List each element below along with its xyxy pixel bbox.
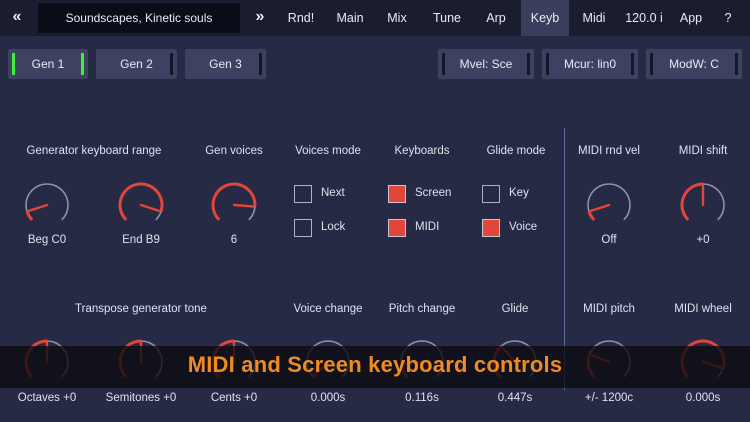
knob-track: [587, 183, 631, 221]
knob-pointer: [139, 203, 161, 213]
gen-1-label: Gen 1: [31, 57, 65, 71]
top-toolbar: « Soundscapes, Kinetic souls » Rnd! Main…: [0, 0, 750, 36]
tab-tune[interactable]: Tune: [421, 0, 473, 36]
mvel-bar-right: [527, 53, 530, 75]
modw-label: ModW: C: [669, 57, 719, 71]
tab-main[interactable]: Main: [327, 0, 373, 36]
midi-wheel-heading: MIDI wheel: [674, 303, 732, 315]
tab-rnd[interactable]: Rnd!: [275, 0, 327, 36]
keyboard-screen-label: Screen: [415, 187, 452, 199]
previous-preset-button[interactable]: «: [4, 0, 30, 36]
transpose-generator-tone-heading: Transpose generator tone: [75, 303, 207, 315]
knob-track: [25, 183, 69, 221]
midi-pitch-value: +/- 1200c: [584, 392, 634, 404]
voices-mode-lock-label: Lock: [321, 221, 346, 233]
glide-mode-key-checkbox[interactable]: [482, 185, 500, 203]
cents-value: Cents +0: [210, 392, 258, 404]
midi-rnd-vel-value: Off: [601, 234, 617, 246]
voice-change-value: 0.000s: [310, 392, 346, 404]
mcur-label: Mcur: lin0: [563, 57, 616, 71]
tab-keyb[interactable]: Keyb: [521, 0, 569, 36]
voices-mode-heading: Voices mode: [295, 145, 361, 157]
range-begin-value: Beg C0: [27, 234, 67, 246]
gen-2-button[interactable]: Gen 2: [96, 49, 177, 79]
tab-midi[interactable]: Midi: [571, 0, 617, 36]
voices-mode-next-checkbox[interactable]: [294, 185, 312, 203]
gen-voices-value: 6: [230, 234, 238, 246]
keyboard-midi-checkbox[interactable]: [388, 219, 406, 237]
knob-value-arc: [587, 210, 596, 221]
gen-3-bar: [259, 53, 262, 75]
tempo-display[interactable]: 120.0 i: [617, 0, 671, 36]
glide-mode-key-label: Key: [509, 187, 529, 199]
glide-mode-voice-checkbox[interactable]: [482, 219, 500, 237]
midi-wheel-value: 0.000s: [685, 392, 721, 404]
range-end-knob[interactable]: [117, 181, 165, 229]
knob-value-arc: [118, 182, 164, 221]
mvel-label: Mvel: Sce: [459, 57, 513, 71]
range-end-value: End B9: [122, 234, 160, 246]
pitch-change-heading: Pitch change: [388, 303, 456, 315]
help-button[interactable]: ?: [711, 0, 745, 36]
tab-arp[interactable]: Arp: [473, 0, 519, 36]
midi-velocity-button[interactable]: Mvel: Sce: [438, 49, 534, 79]
knob-value-arc: [25, 210, 34, 221]
glide-mode-heading: Glide mode: [486, 145, 546, 157]
modw-bar-right: [735, 53, 738, 75]
midi-pitch-heading: MIDI pitch: [583, 303, 635, 315]
mvel-bar-left: [442, 53, 445, 75]
tab-mix[interactable]: Mix: [373, 0, 421, 36]
selected-indicator-right: [81, 53, 84, 75]
gen-2-bar: [170, 53, 173, 75]
knob-value-arc: [680, 182, 704, 221]
midi-shift-heading: MIDI shift: [678, 145, 728, 157]
gen-2-label: Gen 2: [120, 57, 153, 71]
generator-keyboard-range-heading: Generator keyboard range: [26, 145, 162, 157]
voices-mode-lock-checkbox[interactable]: [294, 219, 312, 237]
keyboards-heading: Keyboards: [394, 145, 450, 157]
tab-app[interactable]: App: [671, 0, 711, 36]
caption-text: MIDI and Screen keyboard controls: [187, 352, 563, 377]
knob-pointer: [232, 203, 255, 208]
semitones-value: Semitones +0: [105, 392, 177, 404]
mcur-bar-right: [631, 53, 634, 75]
glide-heading: Glide: [501, 303, 529, 315]
knob-pointer: [27, 203, 49, 213]
voices-mode-next-label: Next: [321, 187, 345, 199]
mcur-bar-left: [546, 53, 549, 75]
modw-bar-left: [650, 53, 653, 75]
gen-3-button[interactable]: Gen 3: [185, 49, 266, 79]
gen-1-button[interactable]: Gen 1: [8, 49, 88, 79]
mod-wheel-button[interactable]: ModW: C: [646, 49, 742, 79]
pitch-change-value: 0.116s: [405, 392, 439, 404]
voice-change-heading: Voice change: [293, 303, 363, 315]
glide-mode-voice-label: Voice: [509, 221, 538, 233]
midi-rnd-vel-heading: MIDI rnd vel: [578, 145, 640, 157]
next-preset-button[interactable]: »: [247, 0, 273, 36]
gen-voices-knob[interactable]: [210, 181, 258, 229]
selected-indicator-left: [12, 53, 15, 75]
midi-shift-value: +0: [696, 234, 710, 246]
gen-voices-heading: Gen voices: [205, 145, 263, 157]
knob-pointer: [589, 203, 611, 213]
octaves-value: Octaves +0: [17, 392, 77, 404]
midi-shift-knob[interactable]: [679, 181, 727, 229]
range-begin-knob[interactable]: [23, 181, 71, 229]
midi-rnd-vel-knob[interactable]: [585, 181, 633, 229]
preset-name-display[interactable]: Soundscapes, Kinetic souls: [38, 3, 240, 33]
gen-3-label: Gen 3: [209, 57, 242, 71]
glide-value: 0.447s: [497, 392, 533, 404]
keyboard-midi-label: MIDI: [415, 221, 440, 233]
midi-curve-button[interactable]: Mcur: lin0: [542, 49, 638, 79]
knob-value-arc: [211, 182, 257, 221]
keyboard-screen-checkbox[interactable]: [388, 185, 406, 203]
